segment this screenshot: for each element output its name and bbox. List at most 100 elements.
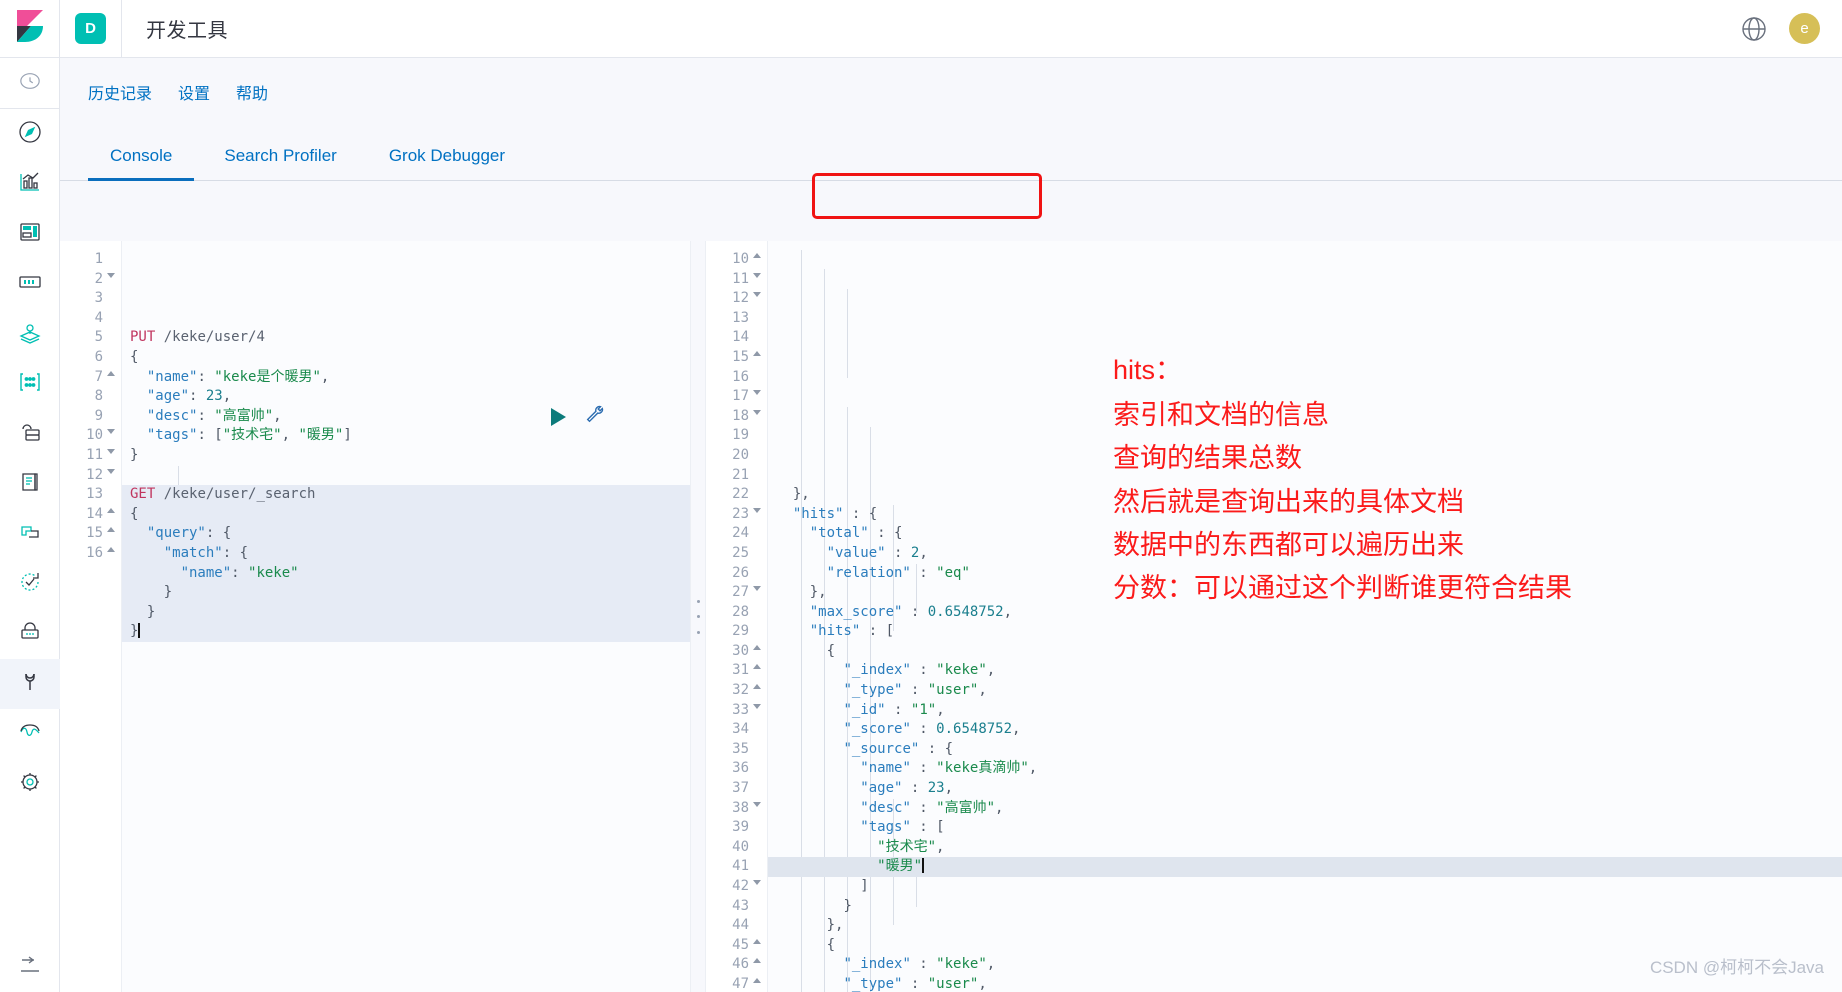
sidebar-item-apm[interactable] [0, 509, 60, 559]
code-line[interactable]: "暖男" [768, 857, 1842, 877]
avatar[interactable]: e [1789, 13, 1820, 44]
code-line[interactable]: } [768, 897, 1842, 917]
sidebar-item-monitoring[interactable] [0, 709, 60, 759]
line-number: 10 [706, 250, 764, 270]
code-line[interactable]: { [122, 348, 690, 368]
sidebar-item-siem[interactable] [0, 609, 60, 659]
code-line[interactable]: "_id" : "1", [768, 701, 1842, 721]
fold-toggle-icon[interactable] [107, 272, 115, 278]
line-number: 6 [94, 348, 103, 365]
uptime-icon [18, 570, 42, 599]
fold-toggle-icon[interactable] [107, 546, 115, 552]
fold-toggle-icon[interactable] [753, 272, 761, 278]
code-line[interactable]: "age" : 23, [768, 779, 1842, 799]
kibana-logo-cell[interactable] [0, 0, 60, 58]
response-editor-pane[interactable]: 10 11 12 13 14 15 16 17 18 19 20 21 22 23 24 25 26 27 28 29… [706, 241, 1842, 992]
request-editor-pane[interactable]: 1 2 3 4 5 6 7 8 9 10 11 12 13 14 15 16 PUT /keke/user/4… [60, 241, 690, 992]
line-number: 2 [60, 270, 118, 290]
fold-toggle-icon[interactable] [753, 253, 761, 258]
fold-toggle-icon[interactable] [753, 977, 761, 983]
fold-toggle-icon[interactable] [107, 448, 115, 454]
sidebar-item-management[interactable] [0, 759, 60, 809]
sidebar-item-logs[interactable] [0, 459, 60, 509]
sidebar-item-discover[interactable] [0, 109, 60, 159]
sidebar-item-canvas[interactable] [0, 259, 60, 309]
editor-area: 1 2 3 4 5 6 7 8 9 10 11 12 13 14 15 16 PUT /keke/user/4… [60, 241, 1842, 992]
fold-toggle-icon[interactable] [107, 507, 115, 513]
fold-toggle-icon[interactable] [753, 507, 761, 513]
response-viewer[interactable]: }, "hits" : { "total" : { "value" : 2, "… [768, 241, 1842, 992]
request-editor[interactable]: PUT /keke/user/4{ "name": "keke是个暖男", "a… [122, 241, 690, 992]
fold-toggle-icon[interactable] [753, 390, 761, 396]
line-number: 24 [732, 525, 749, 542]
code-line[interactable]: { [122, 504, 690, 525]
code-line[interactable]: "query": { [122, 524, 690, 544]
code-line[interactable]: "_score" : 0.6548752, [768, 720, 1842, 740]
code-line[interactable]: "match": { [122, 543, 690, 564]
fold-toggle-icon[interactable] [753, 586, 761, 592]
fold-toggle-icon[interactable] [753, 664, 761, 670]
fold-toggle-icon[interactable] [107, 468, 115, 474]
collapse-nav-button[interactable] [0, 942, 60, 992]
settings-link[interactable]: 设置 [178, 80, 210, 104]
fold-toggle-icon[interactable] [753, 684, 761, 690]
line-number: 1 [94, 251, 103, 267]
sidebar-item-maps[interactable] [0, 309, 60, 359]
kibana-dev-tools-window: D 开发工具 e 历史记录 设置 帮助 Console Search Profi… [0, 0, 1842, 992]
code-line[interactable]: "desc" : "高富帅", [768, 799, 1842, 819]
sidebar-item-machine-learning[interactable] [0, 359, 60, 409]
fold-toggle-icon[interactable] [753, 292, 761, 298]
tab-grok-debugger[interactable]: Grok Debugger [367, 138, 527, 180]
fold-toggle-icon[interactable] [753, 409, 761, 415]
wrench-icon[interactable] [584, 403, 606, 430]
history-link[interactable]: 历史记录 [88, 80, 152, 104]
fold-toggle-icon[interactable] [753, 350, 761, 356]
tab-search-profiler[interactable]: Search Profiler [202, 138, 358, 180]
help-link[interactable]: 帮助 [236, 80, 268, 104]
code-line[interactable]: "name" : "keke真滴帅", [768, 759, 1842, 779]
code-line[interactable]: "_type" : "user", [768, 681, 1842, 701]
fold-toggle-icon[interactable] [107, 429, 115, 435]
code-line[interactable]: PUT /keke/user/4 [122, 328, 690, 348]
code-line[interactable]: ] [768, 877, 1842, 897]
fold-toggle-icon[interactable] [753, 938, 761, 944]
code-line[interactable]: "name": "keke是个暖男", [122, 368, 690, 388]
code-line[interactable]: "技术宅", [768, 838, 1842, 858]
code-line[interactable] [122, 466, 690, 486]
code-line[interactable]: } [122, 446, 690, 466]
fold-toggle-icon[interactable] [753, 958, 761, 964]
code-line[interactable]: } [122, 602, 690, 623]
fold-toggle-icon[interactable] [753, 703, 761, 709]
tab-console[interactable]: Console [88, 138, 195, 181]
sidebar-item-dev-tools[interactable] [0, 659, 60, 709]
fold-toggle-icon[interactable] [107, 527, 115, 533]
code-line[interactable]: "_source" : { [768, 740, 1842, 760]
sidebar-item-visualize[interactable] [0, 159, 60, 209]
line-number: 46 [706, 955, 764, 975]
code-line[interactable]: } [122, 583, 690, 603]
code-line[interactable]: }, [768, 916, 1842, 936]
code-line[interactable]: "name": "keke" [122, 563, 690, 584]
run-request-icon[interactable] [551, 407, 566, 426]
sidebar-item-uptime[interactable] [0, 559, 60, 609]
code-line[interactable]: "tags" : [ [768, 818, 1842, 838]
code-line[interactable]: } [122, 622, 690, 642]
sidebar-item-infrastructure[interactable] [0, 409, 60, 459]
dev-tools-icon [18, 670, 42, 699]
sidebar-item-recently-viewed[interactable] [0, 58, 60, 109]
line-number: 9 [94, 407, 103, 424]
fold-toggle-icon[interactable] [753, 644, 761, 650]
code-line[interactable]: { [768, 642, 1842, 662]
help-circle-icon[interactable] [1741, 16, 1767, 42]
sidebar-item-dashboard[interactable] [0, 209, 60, 259]
editor-splitter[interactable] [690, 241, 706, 992]
code-line[interactable]: GET /keke/user/_search [122, 485, 690, 505]
code-line[interactable]: "max_score" : 0.6548752, [768, 603, 1842, 623]
line-number: 21 [732, 466, 749, 483]
code-line[interactable]: "hits" : [ [768, 622, 1842, 642]
code-line[interactable]: "_index" : "keke", [768, 661, 1842, 681]
collapse-nav-icon [18, 953, 42, 982]
fold-toggle-icon[interactable] [107, 370, 115, 376]
fold-toggle-icon[interactable] [753, 801, 761, 807]
fold-toggle-icon[interactable] [753, 880, 761, 885]
